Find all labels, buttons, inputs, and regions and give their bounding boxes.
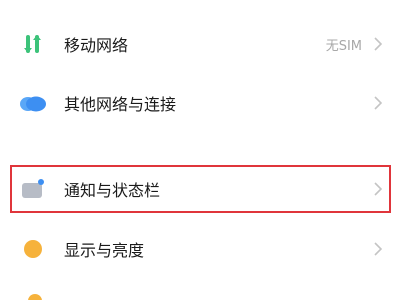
settings-item-notifications[interactable]: 通知与状态栏 [0,165,400,213]
chevron-right-icon [372,36,384,52]
settings-item-label: 其他网络与连接 [64,95,177,114]
mobile-data-icon [19,30,47,58]
settings-item-label: 通知与状态栏 [64,181,161,200]
cloud-connection-icon [19,89,47,117]
settings-item-label: 显示与亮度 [64,241,145,260]
settings-item-other-networks[interactable]: 其他网络与连接 [0,78,400,128]
chevron-right-icon [372,181,384,197]
chevron-right-icon [372,241,384,257]
settings-item-mobile-network[interactable]: 移动网络 无SIM [0,19,400,69]
next-item-icon-partial [28,294,42,300]
settings-item-value: 无SIM [325,38,362,54]
display-brightness-icon [19,235,47,263]
chevron-right-icon [372,95,384,111]
settings-item-display-brightness[interactable]: 显示与亮度 [0,224,400,274]
notification-statusbar-icon [19,175,47,203]
settings-item-label: 移动网络 [64,36,129,55]
settings-page: 移动网络 无SIM 其他网络与连接 通知与状态栏 显示与亮度 [0,0,400,300]
